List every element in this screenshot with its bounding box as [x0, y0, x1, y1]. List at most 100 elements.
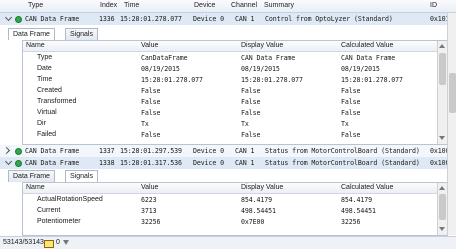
message-time: 15:28:01.317.536 — [120, 159, 182, 167]
property-display: 854.4179 — [241, 196, 272, 204]
message-time: 15:28:01.297.539 — [120, 147, 182, 155]
vertical-scrollbar[interactable] — [437, 183, 447, 235]
vertical-scrollbar[interactable] — [437, 41, 447, 144]
message-row[interactable]: CAN Data Frame 1337 15:28:01.297.539 Dev… — [0, 145, 456, 157]
scrollbar-thumb[interactable] — [439, 53, 446, 85]
property-name: Time — [37, 76, 53, 83]
header-value[interactable]: Value — [141, 42, 158, 49]
header-value[interactable]: Value — [141, 184, 158, 191]
list-scrollbar-thumb[interactable] — [449, 73, 456, 113]
column-channel[interactable]: Channel — [231, 2, 257, 9]
message-summary: Status from MotorControlBoard (Standard) — [265, 159, 420, 167]
column-device[interactable]: Device — [194, 2, 215, 9]
property-calculated: 32256 — [341, 218, 361, 226]
filter-icon[interactable] — [63, 240, 69, 245]
message-count: 53143/53143 — [3, 239, 44, 246]
header-calculated-value[interactable]: Calculated Value — [341, 42, 393, 49]
property-display: 0x7E00 — [241, 218, 265, 226]
property-value: False — [141, 131, 161, 139]
message-type: CAN Data Frame — [25, 159, 80, 167]
property-row[interactable]: Virtual False False False — [23, 108, 437, 119]
status-bar: 53143/53143 0 — [0, 236, 456, 249]
property-display: False — [241, 131, 261, 139]
message-channel: CAN 1 — [235, 159, 255, 167]
header-name[interactable]: Name — [26, 42, 45, 49]
scroll-down-icon[interactable] — [439, 136, 445, 140]
expander-icon[interactable] — [2, 146, 11, 155]
tab-signals[interactable]: Signals — [65, 28, 98, 40]
property-display: CAN Data Frame — [241, 54, 296, 62]
message-time: 15:28:01.278.077 — [120, 15, 182, 23]
header-display-value[interactable]: Display Value — [241, 184, 283, 191]
property-name: Dir — [37, 120, 46, 127]
scrollbar-thumb[interactable] — [439, 194, 446, 220]
property-display: Tx — [241, 120, 249, 128]
data-frame-properties-panel: Name Value Display Value Calculated Valu… — [22, 40, 448, 145]
column-index[interactable]: Index — [100, 2, 117, 9]
property-name: Failed — [37, 131, 57, 138]
status-dot-icon — [15, 16, 22, 23]
column-summary[interactable]: Summary — [264, 2, 294, 9]
column-id[interactable]: ID — [430, 2, 437, 9]
header-name[interactable]: Name — [26, 184, 45, 191]
property-calculated: False — [341, 109, 361, 117]
property-display: 15:28:01.278.077 — [241, 76, 303, 84]
property-display: False — [241, 109, 261, 117]
header-display-value[interactable]: Display Value — [241, 42, 283, 49]
property-row[interactable]: Potentiometer 32256 0x7E00 32256 — [23, 217, 437, 228]
list-vertical-scrollbar[interactable] — [447, 13, 456, 235]
property-display: 498.54451 — [241, 207, 276, 215]
status-dot-icon — [15, 160, 22, 167]
property-name: Virtual — [37, 109, 57, 116]
tab-signals[interactable]: Signals — [65, 170, 98, 182]
property-calculated: 498.54451 — [341, 207, 376, 215]
scroll-up-icon[interactable] — [439, 44, 445, 48]
scroll-down-icon[interactable] — [439, 227, 445, 231]
property-row[interactable]: ActualRotationSpeed 6223 854.4179 854.4179 — [23, 195, 437, 206]
property-value: 6223 — [141, 196, 157, 204]
properties-grid-header: Name Value Display Value Calculated Valu… — [23, 41, 447, 52]
property-display: 08/19/2015 — [241, 65, 280, 73]
property-value: False — [141, 98, 161, 106]
expander-icon[interactable] — [4, 157, 13, 166]
status-dot-icon — [15, 148, 22, 155]
property-row[interactable]: Dir Tx Tx Tx — [23, 119, 437, 130]
property-row[interactable]: Transformed False False False — [23, 97, 437, 108]
message-device: Device 0 — [193, 147, 224, 155]
property-name: Date — [37, 65, 52, 72]
mail-icon[interactable] — [44, 240, 54, 248]
column-type[interactable]: Type — [28, 2, 43, 9]
tab-data-frame[interactable]: Data Frame — [8, 28, 55, 40]
property-name: Type — [37, 54, 53, 61]
message-list-header: Type Index Time Device Channel Summary I… — [0, 0, 456, 13]
message-device: Device 0 — [193, 15, 224, 23]
message-index: 1337 — [99, 147, 115, 155]
property-value: 15:28:01.278.077 — [141, 76, 203, 84]
property-calculated: False — [341, 87, 361, 95]
property-name: Current — [37, 207, 61, 214]
property-row[interactable]: Current 3713 498.54451 498.54451 — [23, 206, 437, 217]
property-value: 3713 — [141, 207, 157, 215]
expander-icon[interactable] — [4, 13, 13, 22]
property-row[interactable]: Created False False False — [23, 86, 437, 97]
message-channel: CAN 1 — [235, 15, 255, 23]
tab-data-frame[interactable]: Data Frame — [8, 170, 55, 182]
property-row[interactable]: Type CanDataFrame CAN Data Frame CAN Data F… — [23, 53, 437, 64]
property-row[interactable]: Time 15:28:01.278.077 15:28:01.278.077 15:2… — [23, 75, 437, 86]
header-calculated-value[interactable]: Calculated Value — [341, 184, 393, 191]
signals-panel: Name Value Display Value Calculated Valu… — [22, 182, 448, 236]
property-calculated: 15:28:01.278.077 — [341, 76, 403, 84]
property-display: False — [241, 98, 261, 106]
scroll-up-icon[interactable] — [439, 186, 445, 190]
column-time[interactable]: Time — [124, 2, 139, 9]
property-value: 32256 — [141, 218, 161, 226]
property-name: ActualRotationSpeed — [37, 196, 103, 203]
property-row[interactable]: Date 08/19/2015 08/19/2015 08/19/2015 — [23, 64, 437, 75]
message-row[interactable]: CAN Data Frame 1336 15:28:01.278.077 Dev… — [0, 13, 456, 25]
property-calculated: CAN Data Frame — [341, 54, 396, 62]
message-index: 1336 — [99, 15, 115, 23]
message-row[interactable]: CAN Data Frame 1338 15:28:01.317.536 Dev… — [0, 157, 456, 169]
property-value: False — [141, 87, 161, 95]
property-row[interactable]: Failed False False False — [23, 130, 437, 141]
property-name: Transformed — [37, 98, 77, 105]
